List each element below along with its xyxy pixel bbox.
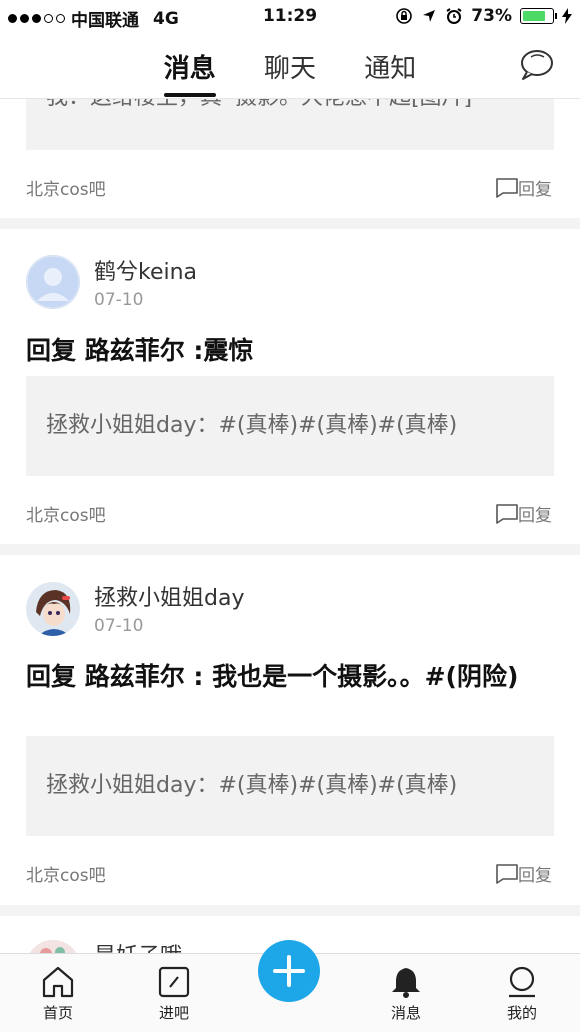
reply-title[interactable]: 回复 路兹菲尔 :震惊 xyxy=(26,334,556,368)
quoted-text-content: 拯救小姐姐day：#(真棒)#(真棒)#(真棒) xyxy=(46,773,458,798)
username[interactable]: 是妖子哦 xyxy=(94,938,182,954)
username[interactable]: 鹤兮keina xyxy=(94,254,197,286)
reply-label: 回复 xyxy=(518,866,552,886)
avatar[interactable] xyxy=(26,582,80,636)
charging-bolt-icon xyxy=(562,8,572,24)
forum-name[interactable]: 北京cos吧 xyxy=(26,861,106,886)
rotation-lock-icon xyxy=(396,8,413,24)
anime-avatar-image xyxy=(26,582,80,636)
message-card: 鹤兮keina 07-10 回复 路兹菲尔 :震惊 拯救小姐姐day：#(真棒)… xyxy=(0,229,580,544)
battery-icon xyxy=(520,8,557,24)
avatar[interactable] xyxy=(26,940,80,954)
bottom-navigation: 首页 进吧 消息 我的 xyxy=(0,940,580,1032)
status-right: 73% xyxy=(395,6,572,26)
battery-percent: 73% xyxy=(471,6,512,26)
nav-profile-label: 我的 xyxy=(506,1004,537,1022)
alarm-icon xyxy=(446,8,462,24)
message-feed[interactable]: 我：这给楼主，真•摄影。大佬惹不起[图片] 北京cos吧 回复 鹤兮keina … xyxy=(0,98,580,954)
post-date: 07-10 xyxy=(94,616,144,636)
quoted-text-content: 拯救小姐姐day：#(真棒)#(真棒)#(真棒) xyxy=(46,413,458,438)
location-arrow-icon xyxy=(423,10,436,22)
tab-messages[interactable]: 消息 xyxy=(163,48,216,97)
message-card: 拯救小姐姐day 07-10 回复 路兹菲尔 : 我也是一个摄影。。#(阴险) … xyxy=(0,555,580,905)
quoted-text[interactable]: 拯救小姐姐day：#(真棒)#(真棒)#(真棒) xyxy=(26,736,554,836)
post-button[interactable] xyxy=(258,940,320,1002)
nav-messages-label: 消息 xyxy=(390,1004,421,1022)
reply-button[interactable]: 回复 xyxy=(496,861,552,886)
message-tabs: 消息 聊天 通知 xyxy=(0,48,580,97)
home-icon xyxy=(42,966,74,998)
nav-profile[interactable]: 我的 xyxy=(482,966,562,1023)
nav-home-label: 首页 xyxy=(42,1004,73,1022)
comment-icon xyxy=(496,503,518,524)
nav-home[interactable]: 首页 xyxy=(18,966,98,1023)
nav-messages[interactable]: 消息 xyxy=(366,966,446,1023)
profile-icon xyxy=(509,966,535,998)
bell-icon xyxy=(392,968,420,998)
status-bar: 中国联通 4G 11:29 73% xyxy=(0,0,580,34)
username[interactable]: 拯救小姐姐day xyxy=(94,580,244,612)
forum-name[interactable]: 北京cos吧 xyxy=(26,501,106,526)
speech-bubble-icon[interactable] xyxy=(518,48,554,82)
post-date: 07-10 xyxy=(94,290,144,310)
avatar[interactable] xyxy=(26,255,80,309)
top-header: 消息 聊天 通知 xyxy=(0,34,580,99)
comment-icon xyxy=(496,863,518,884)
enter-forum-icon xyxy=(158,966,190,998)
nav-enter-forum[interactable]: 进吧 xyxy=(134,966,214,1023)
tab-chat[interactable]: 聊天 xyxy=(264,48,316,85)
message-card: 我：这给楼主，真•摄影。大佬惹不起[图片] 北京cos吧 回复 xyxy=(0,98,580,218)
quoted-text-content: 我：这给楼主，真•摄影。大佬惹不起[图片] xyxy=(46,98,472,110)
tab-notifications[interactable]: 通知 xyxy=(364,48,416,85)
avatar-image xyxy=(29,940,77,954)
reply-title[interactable]: 回复 路兹菲尔 : 我也是一个摄影。。#(阴险) xyxy=(26,660,556,694)
forum-name[interactable]: 北京cos吧 xyxy=(26,175,106,200)
default-avatar-icon xyxy=(26,255,80,309)
reply-button[interactable]: 回复 xyxy=(496,501,552,526)
quoted-text[interactable]: 我：这给楼主，真•摄影。大佬惹不起[图片] xyxy=(26,98,554,150)
comment-icon xyxy=(496,177,518,198)
reply-label: 回复 xyxy=(518,506,552,526)
reply-label: 回复 xyxy=(518,180,552,200)
reply-button[interactable]: 回复 xyxy=(496,175,552,200)
quoted-text[interactable]: 拯救小姐姐day：#(真棒)#(真棒)#(真棒) xyxy=(26,376,554,476)
plus-icon xyxy=(273,955,305,987)
nav-enter-forum-label: 进吧 xyxy=(158,1004,189,1022)
